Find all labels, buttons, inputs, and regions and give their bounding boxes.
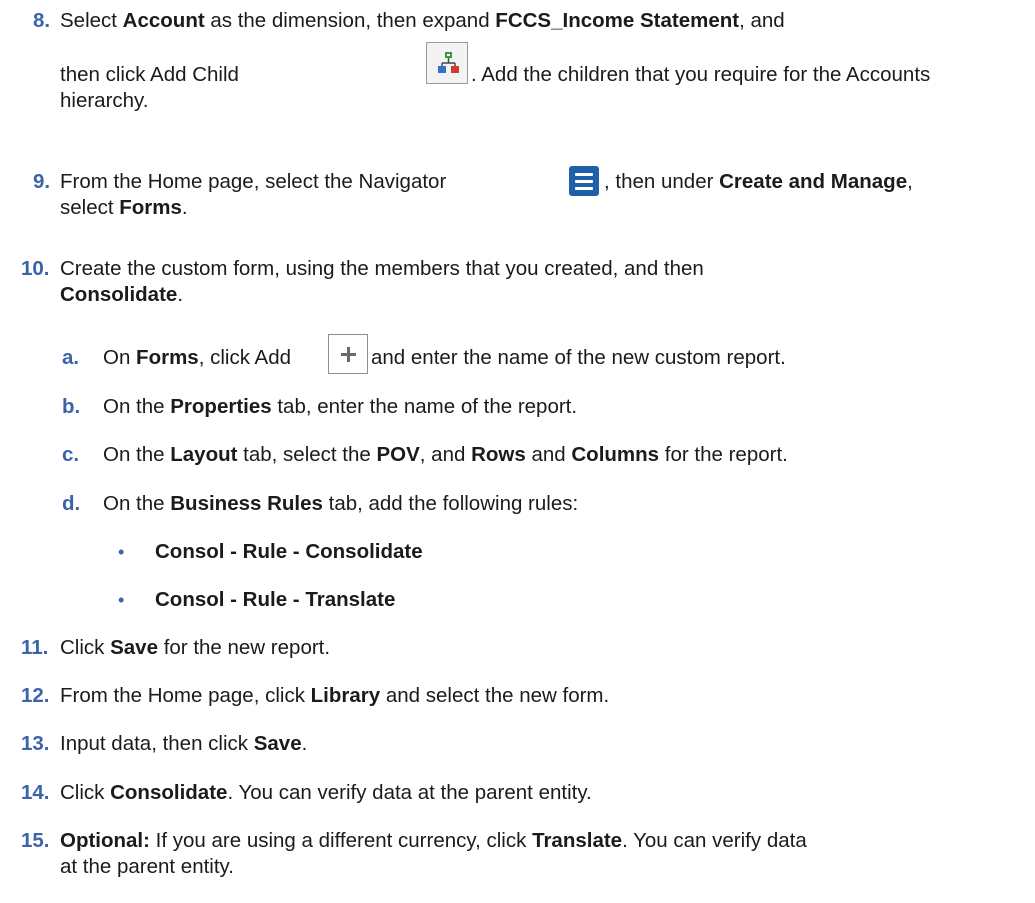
add-child-icon [426, 42, 468, 84]
step-10-line-1: Create the custom form, using the member… [60, 257, 704, 280]
step-15-line-1: Optional: If you are using a different c… [60, 829, 807, 852]
rule-item: Consol - Rule - Consolidate [155, 540, 423, 563]
rule-item: Consol - Rule - Translate [155, 588, 396, 611]
add-plus-icon [328, 334, 368, 374]
step-13-text: Input data, then click Save. [60, 732, 308, 755]
step-10a-label: a. [62, 346, 80, 369]
step-9-line-1a: From the Home page, select the Navigator [60, 170, 447, 193]
step-8-line-2b: . Add the children that you require for … [471, 63, 931, 86]
step-11-number: 11. [21, 636, 49, 659]
bullet-glyph: • [118, 542, 125, 562]
step-10-number: 10. [21, 257, 50, 280]
step-9-line-1b: , then under Create and Manage, [604, 170, 913, 193]
step-9-line-2: select Forms. [60, 196, 188, 219]
step-14-text: Click Consolidate. You can verify data a… [60, 781, 592, 804]
step-10d-label: d. [62, 492, 81, 515]
step-10c-label: c. [62, 443, 80, 466]
step-10d-text: On the Business Rules tab, add the follo… [103, 492, 579, 515]
step-8-line-3: hierarchy. [60, 89, 149, 112]
step-8-line-2a: then click Add Child [60, 63, 239, 86]
step-10-line-2: Consolidate. [60, 283, 184, 306]
step-15-line-2: at the parent entity. [60, 855, 234, 878]
step-8-number: 8. [33, 9, 51, 32]
step-10b-label: b. [62, 395, 81, 418]
step-10c-text: On the Layout tab, select the POV, and R… [103, 443, 788, 466]
step-12-text: From the Home page, click Library and se… [60, 684, 610, 707]
step-11-text: Click Save for the new report. [60, 636, 331, 659]
step-13-number: 13. [21, 732, 50, 755]
step-9-number: 9. [33, 170, 51, 193]
step-8-line-1: Select Account as the dimension, then ex… [60, 9, 785, 32]
step-14-number: 14. [21, 781, 50, 804]
step-12-number: 12. [21, 684, 50, 707]
step-15-number: 15. [21, 829, 50, 852]
step-10b-text: On the Properties tab, enter the name of… [103, 395, 578, 418]
step-10a-text-2: and enter the name of the new custom rep… [371, 346, 786, 369]
navigator-menu-icon [569, 166, 599, 196]
bullet-glyph: • [118, 590, 125, 610]
step-10a-text-1: On Forms, click Add [103, 346, 291, 369]
